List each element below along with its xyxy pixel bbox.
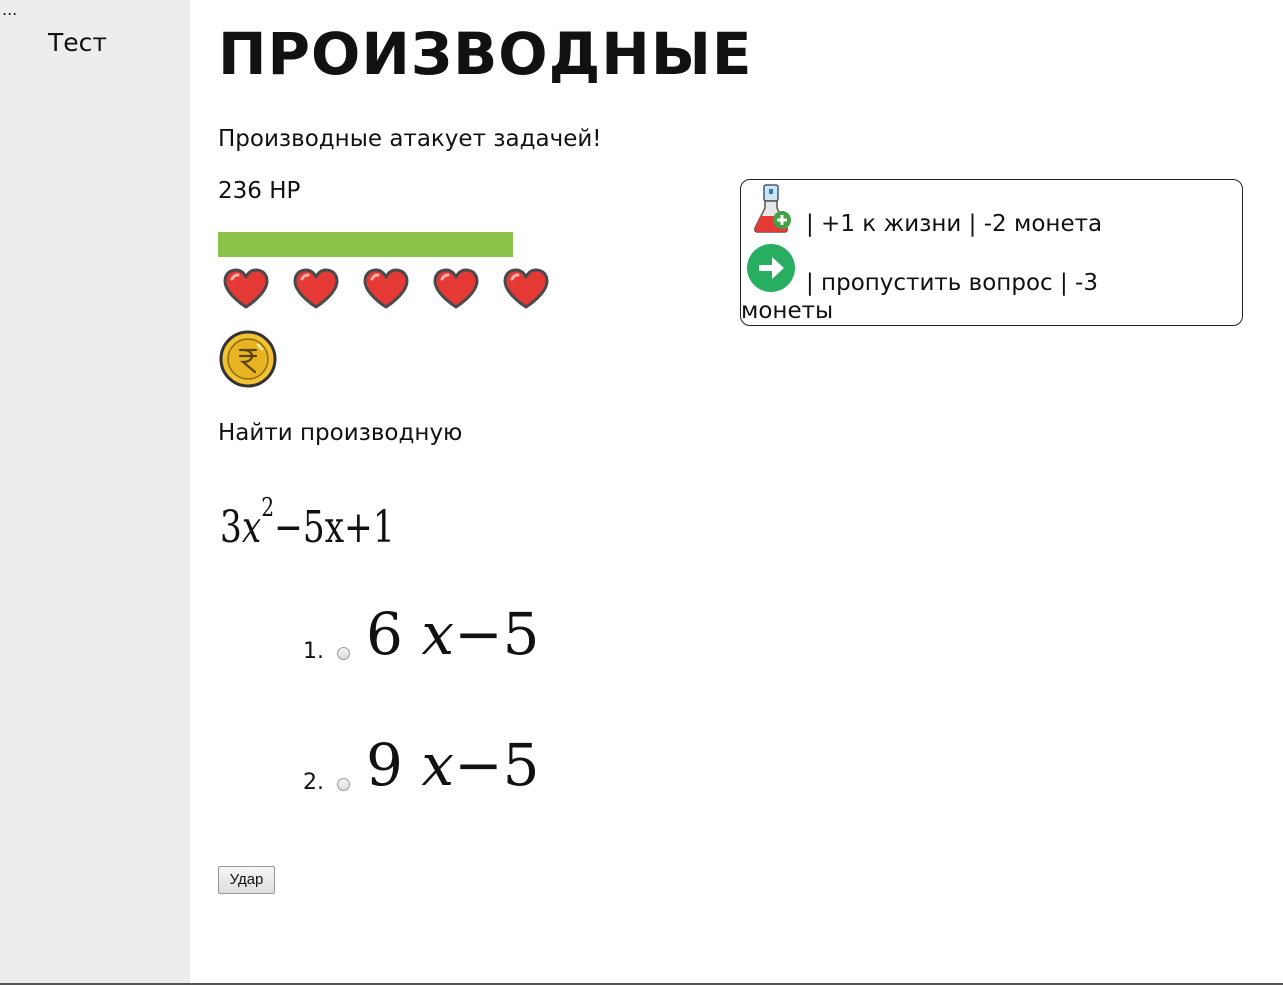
option-formula: 6 x−5 [366,600,540,668]
heart-icon [292,268,340,310]
task-label: Найти производную [218,420,463,446]
hit-button[interactable]: Удар [218,866,275,894]
option-radio[interactable] [337,647,350,660]
heart-icon [432,268,480,310]
hp-bar [218,232,513,257]
hp-bar-fill [218,232,513,257]
option-formula: 9 x−5 [366,731,540,799]
formula-rest: −5x+1 [274,502,395,553]
formula-var: x [241,502,262,553]
formula-coef: 3 [220,502,242,553]
skip-arrow-icon[interactable] [746,243,796,293]
option-radio[interactable] [337,778,350,791]
sidebar-dots: ... [2,0,18,19]
option-number: 2. [303,770,324,795]
shop-panel: | +1 к жизни | -2 монета | пропустить во… [740,179,1243,326]
lives-row [222,268,550,310]
rupee-coin-icon [219,330,277,388]
heart-icon [362,268,410,310]
sidebar-link-test[interactable]: Тест [48,27,107,59]
heart-icon [502,268,550,310]
hp-value: 236 HP [218,178,301,204]
shop-item-heal-text: | +1 к жизни | -2 монета [806,211,1103,237]
attack-message: Производные атакует задачей! [218,126,602,152]
potion-flask-icon[interactable] [751,184,793,234]
answer-option-2[interactable]: 2. 9 x−5 [300,727,700,807]
formula-power: 2 [261,493,275,523]
heart-icon [222,268,270,310]
sidebar: ... Тест [0,0,190,985]
page: ... Тест ПРОИЗВОДНЫЕ Производные атакует… [0,0,1283,985]
option-number: 1. [303,639,324,664]
task-formula: 3x2−5x+1 [220,478,395,558]
answer-option-1[interactable]: 1. 6 x−5 [300,596,700,676]
shop-item-skip-text: | пропустить вопрос | -3 [806,270,1098,296]
shop-item-skip-text-cont: монеты [741,298,834,324]
page-title: ПРОИЗВОДНЫЕ [218,20,753,88]
